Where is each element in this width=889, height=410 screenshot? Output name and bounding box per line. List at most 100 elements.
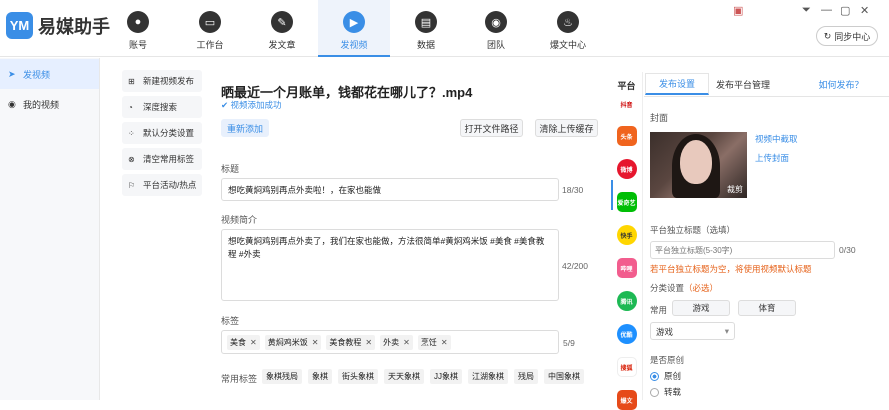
- open-path-button[interactable]: 打开文件路径: [460, 119, 523, 137]
- team-icon: ◉: [485, 11, 507, 33]
- nav-label: 爆文中心: [549, 40, 586, 50]
- remove-tag-icon[interactable]: ✕: [312, 338, 319, 347]
- nav-team[interactable]: ◉ 团队: [460, 0, 532, 57]
- remove-tag-icon[interactable]: ✕: [441, 338, 448, 347]
- nav-label: 团队: [486, 40, 505, 50]
- nav-label: 发文章: [268, 40, 296, 50]
- menu-label: 默认分类设置: [143, 128, 195, 138]
- platform-bilibili-icon[interactable]: 哔哩: [616, 258, 637, 278]
- platform-tencent-icon[interactable]: 腾讯: [616, 291, 637, 311]
- minimize-icon[interactable]: —: [821, 4, 832, 16]
- common-tag[interactable]: 残局: [514, 369, 538, 384]
- menu-default-category[interactable]: ⁘ 默认分类设置: [122, 122, 202, 144]
- close-icon[interactable]: ✕: [860, 4, 869, 17]
- dropdown-icon[interactable]: ⏷: [802, 4, 811, 17]
- clear-icon: ⊗: [128, 154, 135, 164]
- video-tools-menu: ⊞ 新建视频发布 ◔ 深度搜索 ⁘ 默认分类设置 ⊗ 清空常用标签 ⚐ 平台活动/热点: [122, 70, 202, 200]
- platform-list: 平台 抖音 头条 微博 爱奇艺 快手 哔哩 腾讯 优酷 搜狐 爆文: [611, 72, 643, 410]
- platform-hot-icon[interactable]: 爆文: [616, 390, 637, 410]
- sidebar-item-publish-video[interactable]: ➤ 发视频: [0, 59, 99, 89]
- nav-videos[interactable]: ▶ 发视频: [318, 0, 390, 57]
- chevron-down-icon: ▾: [724, 326, 729, 336]
- common-tag[interactable]: 江湖象棋: [468, 369, 508, 384]
- sidebar-item-my-videos[interactable]: ◉ 我的视频: [0, 89, 99, 119]
- platform-douyin-icon[interactable]: 抖音: [616, 99, 637, 109]
- remove-tag-icon[interactable]: ✕: [365, 338, 372, 347]
- platform-iqiyi-icon[interactable]: 爱奇艺: [616, 192, 637, 212]
- sidebar: ➤ 发视频 ◉ 我的视频: [0, 58, 100, 400]
- platform-weibo-icon[interactable]: 微博: [616, 159, 637, 179]
- menu-new-video[interactable]: ⊞ 新建视频发布: [122, 70, 202, 92]
- tag-text: 美食教程: [329, 337, 362, 347]
- nav-workbench[interactable]: ▭ 工作台: [174, 0, 246, 57]
- person-icon: ●: [127, 11, 149, 33]
- video-icon: ◉: [8, 98, 16, 109]
- category-label: 分类设置（必选）: [650, 282, 718, 294]
- independent-title-label: 平台独立标题（选填）: [650, 225, 736, 235]
- platform-label: 平台: [617, 81, 636, 91]
- nav-articles[interactable]: ✎ 发文章: [246, 0, 318, 57]
- nav-hot[interactable]: ♨ 爆文中心: [532, 0, 604, 57]
- sync-label: 同步中心: [834, 31, 871, 42]
- tab-publish-settings[interactable]: 发布设置: [645, 73, 709, 95]
- category-icon: ⁘: [128, 128, 135, 138]
- common-tag[interactable]: 街头象棋: [338, 369, 378, 384]
- title-input[interactable]: 想吃黄焖鸡别再点外卖啦！，在家也能做: [221, 178, 559, 201]
- upload-status-text: 视频添加成功: [230, 100, 282, 110]
- tag-text: 烹饪: [420, 337, 437, 347]
- intro-textarea[interactable]: 想吃黄焖鸡别再点外卖了，我们在家也能做，方法很简单#黄焖鸡米饭 #美食 #美食教…: [221, 229, 559, 301]
- sync-center-button[interactable]: ↻ 同步中心: [816, 26, 878, 46]
- independent-title-warning: 若平台独立标题为空，将使用视频默认标题: [650, 264, 812, 274]
- common-tag[interactable]: 象棋: [308, 369, 332, 384]
- menu-deep-search[interactable]: ◔ 深度搜索: [122, 96, 202, 118]
- platform-toutiao-icon[interactable]: 头条: [616, 126, 637, 146]
- how-to-publish-link[interactable]: 如何发布？: [815, 73, 867, 95]
- tag-chip: 美食 ✕: [227, 334, 260, 350]
- re-add-button[interactable]: 重新添加: [221, 119, 269, 137]
- cover-image[interactable]: 裁剪: [650, 132, 747, 198]
- menu-label: 新建视频发布: [143, 76, 195, 86]
- platform-youku-icon[interactable]: 优酷: [616, 324, 637, 344]
- radio-original[interactable]: 原创: [650, 370, 681, 382]
- check-icon: ✔: [221, 100, 229, 110]
- notification-icon[interactable]: ▣: [733, 4, 743, 17]
- nav-label: 发视频: [340, 40, 368, 50]
- maximize-icon[interactable]: ▢: [840, 4, 850, 17]
- common-tag[interactable]: 天天象棋: [384, 369, 424, 384]
- upload-cover-link[interactable]: 上传封面: [755, 152, 789, 164]
- platform-sohu-icon[interactable]: 搜狐: [616, 357, 637, 377]
- common-tag[interactable]: 象棋残局: [262, 369, 302, 384]
- pen-icon: ✎: [271, 11, 293, 33]
- remove-tag-icon[interactable]: ✕: [403, 338, 410, 347]
- chart-icon: ▤: [415, 11, 437, 33]
- common-tag[interactable]: JJ象棋: [430, 369, 462, 384]
- nav-data[interactable]: ▤ 数据: [390, 0, 462, 57]
- top-bar: YM 易媒助手 ● 账号 ▭ 工作台 ✎ 发文章 ▶ 发视频 ▤ 数据 ◉ 团队 ♨ 爆文中心…: [0, 0, 889, 57]
- app-logo: YM 易媒助手: [6, 12, 110, 39]
- independent-title-input[interactable]: [650, 241, 835, 259]
- capture-from-video-link[interactable]: 视频中截取: [755, 133, 798, 145]
- nav-label: 账号: [128, 40, 147, 50]
- tag-text: 外卖: [383, 337, 400, 347]
- clear-cache-button[interactable]: 清除上传缓存: [535, 119, 598, 137]
- menu-clear-tags[interactable]: ⊗ 清空常用标签: [122, 148, 202, 170]
- menu-label: 清空常用标签: [143, 154, 195, 164]
- menu-platform-events[interactable]: ⚐ 平台活动/热点: [122, 174, 202, 196]
- logo-mark: YM: [6, 12, 33, 39]
- tags-input[interactable]: 美食 ✕ 黄焖鸡米饭 ✕ 美食教程 ✕ 外卖 ✕ 烹饪 ✕: [221, 330, 559, 354]
- tag-text: 美食: [230, 337, 246, 347]
- category-option-sports[interactable]: 体育: [738, 300, 796, 316]
- category-select[interactable]: 游戏 ▾: [650, 322, 735, 340]
- cover-figure-face: [680, 140, 712, 184]
- category-option-game[interactable]: 游戏: [672, 300, 730, 316]
- nav-accounts[interactable]: ● 账号: [102, 0, 174, 57]
- remove-tag-icon[interactable]: ✕: [250, 338, 257, 347]
- platform-active-indicator: [611, 180, 613, 210]
- category-label-text: 分类设置: [650, 283, 685, 293]
- tab-platform-management[interactable]: 发布平台管理: [711, 73, 775, 95]
- platform-kuaishou-icon[interactable]: 快手: [616, 225, 637, 245]
- crop-button[interactable]: 裁剪: [727, 184, 743, 195]
- category-selected-value: 游戏: [656, 327, 674, 337]
- common-tag[interactable]: 中国象棋: [544, 369, 584, 384]
- radio-repost[interactable]: 转载: [650, 386, 681, 398]
